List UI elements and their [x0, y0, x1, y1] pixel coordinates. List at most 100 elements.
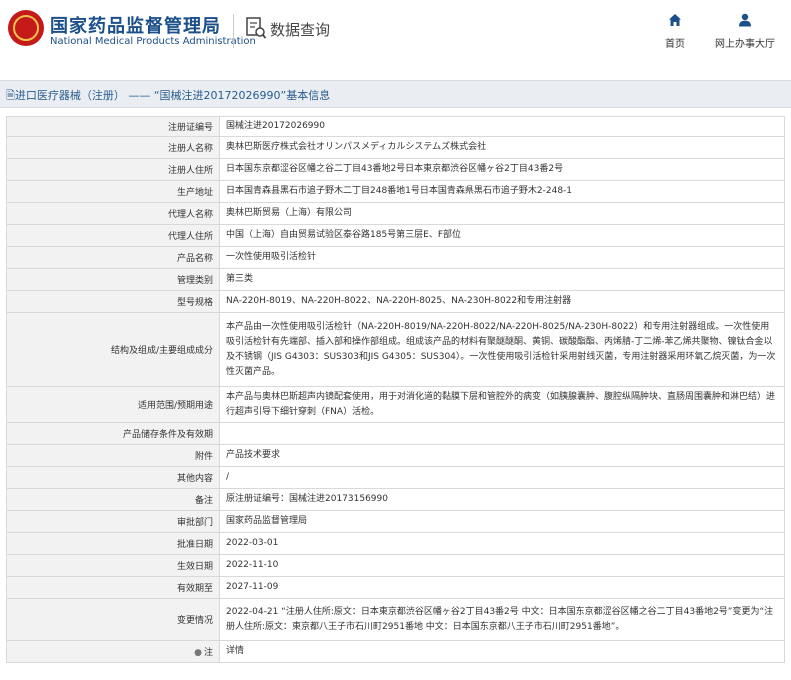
field-value: 奥林巴斯医疗株式会社オリンパスメディカルシステムズ株式会社: [219, 136, 785, 159]
document-icon: 🗎: [6, 89, 15, 102]
table-row: 生产地址 日本国青森县黑石市追子野木二丁目248番地1号日本国青森県黒石市追子野木…: [6, 180, 785, 203]
field-label: 备注: [6, 488, 220, 511]
field-label: 产品储存条件及有效期: [6, 422, 220, 445]
field-label-text: 其他内容: [176, 474, 213, 484]
field-value[interactable]: 详情: [219, 640, 785, 663]
field-label-text: 注册人住所: [167, 166, 213, 176]
field-value: 2022-03-01: [219, 532, 785, 555]
breadcrumb-text: 🗎进口医疗器械（注册） —— “国械注进20172026990”基本信息: [6, 87, 330, 106]
field-value: 日本国青森县黑石市追子野木二丁目248番地1号日本国青森県黒石市追子野木2-24…: [219, 180, 785, 203]
table-row: 注册人住所 日本国东京都涩谷区幡之谷二丁目43番地2号日本東京都渋谷区幡ヶ谷2丁目…: [6, 158, 785, 181]
site-header: 国家药品监督管理局 National Medical Products Admi…: [0, 0, 791, 64]
field-value: 产品技术要求: [219, 444, 785, 467]
field-label: 产品名称: [6, 246, 220, 269]
field-label: 变更情况: [6, 598, 220, 641]
table-row: 有效期至 2027-11-09: [6, 576, 785, 599]
field-label-text: 型号规格: [176, 298, 213, 308]
field-label: 注册人住所: [6, 158, 220, 181]
field-label: 批准日期: [6, 532, 220, 555]
field-label-text: 生效日期: [176, 562, 213, 572]
nav-home-label: 首页: [665, 39, 685, 50]
detail-table: 注册证编号 国械注进20172026990 注册人名称 奥林巴斯医疗株式会社オリンパス…: [6, 116, 785, 663]
table-row: 型号规格 NA-220H-8019、NA-220H-8022、NA-220H-80…: [6, 290, 785, 313]
field-label-text: 附件: [194, 452, 213, 462]
field-label: 管理类别: [6, 268, 220, 291]
field-label: 代理人名称: [6, 202, 220, 225]
field-label-text: 代理人住所: [167, 232, 213, 242]
header-divider: [233, 14, 234, 48]
field-value: 2027-11-09: [219, 576, 785, 599]
field-value: 原注册证编号：国械注进20173156990: [219, 488, 785, 511]
table-row: 结构及组成/主要组成成分 本产品由一次性使用吸引活检针（NA-220H-8019/…: [6, 312, 785, 387]
table-row: 管理类别 第三类: [6, 268, 785, 291]
field-value: NA-220H-8019、NA-220H-8022、NA-220H-8025、N…: [219, 290, 785, 313]
field-value: /: [219, 466, 785, 489]
field-label: 有效期至: [6, 576, 220, 599]
field-label: 生效日期: [6, 554, 220, 577]
field-value: 2022-04-21 “注册人住所:原文：日本東京都渋谷区幡ヶ谷2丁目43番2号…: [219, 598, 785, 641]
table-row: 附件 产品技术要求: [6, 444, 785, 467]
field-label-text: 适用范围/预期用途: [137, 401, 213, 411]
breadcrumb: 🗎进口医疗器械（注册） —— “国械注进20172026990”基本信息: [0, 80, 791, 108]
field-label-text: 注: [203, 648, 213, 658]
field-label-text: 生产地址: [176, 188, 213, 198]
field-label: ● 注: [6, 640, 220, 663]
user-icon: [739, 13, 751, 27]
breadcrumb-category[interactable]: 进口医疗器械（注册）: [15, 89, 125, 102]
table-row: 产品名称 一次性使用吸引活检针: [6, 246, 785, 269]
field-label-text: 备注: [194, 496, 213, 506]
field-label-text: 产品名称: [176, 254, 213, 264]
field-value: [219, 422, 785, 445]
field-label: 生产地址: [6, 180, 220, 203]
table-row: 审批部门 国家药品监督管理局: [6, 510, 785, 533]
field-label: 代理人住所: [6, 224, 220, 247]
table-row: ● 注详情: [6, 640, 785, 663]
field-value: 2022-11-10: [219, 554, 785, 577]
field-label: 注册证编号: [6, 116, 220, 137]
field-label-text: 注册人名称: [167, 144, 213, 154]
field-label-text: 有效期至: [176, 584, 213, 594]
table-row: 变更情况 2022-04-21 “注册人住所:原文：日本東京都渋谷区幡ヶ谷2丁目4…: [6, 598, 785, 641]
field-label-text: 注册证编号: [167, 123, 213, 133]
site-subtitle: National Medical Products Administration: [50, 36, 256, 47]
nav-online-hall[interactable]: 网上办事大厅: [710, 12, 780, 50]
table-row: 生效日期 2022-11-10: [6, 554, 785, 577]
field-label-text: 批准日期: [176, 540, 213, 550]
field-label: 结构及组成/主要组成成分: [6, 312, 220, 387]
home-icon: [669, 14, 681, 26]
table-row: 批准日期 2022-03-01: [6, 532, 785, 555]
field-label-text: 变更情况: [176, 616, 213, 626]
nav-online-label: 网上办事大厅: [715, 39, 775, 50]
table-row: 注册人名称 奥林巴斯医疗株式会社オリンパスメディカルシステムズ株式会社: [6, 136, 785, 159]
field-label: 其他内容: [6, 466, 220, 489]
field-label: 适用范围/预期用途: [6, 386, 220, 423]
field-value: 奥林巴斯贸易（上海）有限公司: [219, 202, 785, 225]
site-title: 国家药品监督管理局: [50, 16, 221, 37]
field-label: 附件: [6, 444, 220, 467]
table-row: 注册证编号 国械注进20172026990: [6, 116, 785, 137]
field-label-text: 代理人名称: [167, 210, 213, 220]
field-label-text: 结构及组成/主要组成成分: [110, 346, 213, 356]
table-row: 产品储存条件及有效期: [6, 422, 785, 445]
field-label: 注册人名称: [6, 136, 220, 159]
field-value: 一次性使用吸引活检针: [219, 246, 785, 269]
nav-home[interactable]: 首页: [655, 12, 695, 50]
field-label: 型号规格: [6, 290, 220, 313]
bullet-icon: ●: [194, 648, 202, 658]
table-row: 代理人名称 奥林巴斯贸易（上海）有限公司: [6, 202, 785, 225]
field-value: 日本国东京都涩谷区幡之谷二丁目43番地2号日本東京都渋谷区幡ヶ谷2丁目43番2号: [219, 158, 785, 181]
table-row: 备注 原注册证编号：国械注进20173156990: [6, 488, 785, 511]
field-label-text: 审批部门: [176, 518, 213, 528]
field-value: 中国（上海）自由贸易试验区泰谷路185号第三层E、F部位: [219, 224, 785, 247]
table-row: 其他内容 /: [6, 466, 785, 489]
breadcrumb-record: “国械注进20172026990”基本信息: [153, 89, 331, 102]
field-label-text: 产品储存条件及有效期: [122, 430, 213, 440]
field-value: 国械注进20172026990: [219, 116, 785, 137]
data-query-icon: [246, 17, 266, 39]
breadcrumb-separator: ——: [128, 89, 151, 102]
field-label: 审批部门: [6, 510, 220, 533]
field-value: 本产品与奥林巴斯超声内镜配套使用，用于对消化道的黏膜下层和管腔外的病变（如胰腺囊…: [219, 386, 785, 423]
field-value: 本产品由一次性使用吸引活检针（NA-220H-8019/NA-220H-8022…: [219, 312, 785, 387]
field-value: 第三类: [219, 268, 785, 291]
data-query-label[interactable]: 数据查询: [270, 19, 330, 40]
